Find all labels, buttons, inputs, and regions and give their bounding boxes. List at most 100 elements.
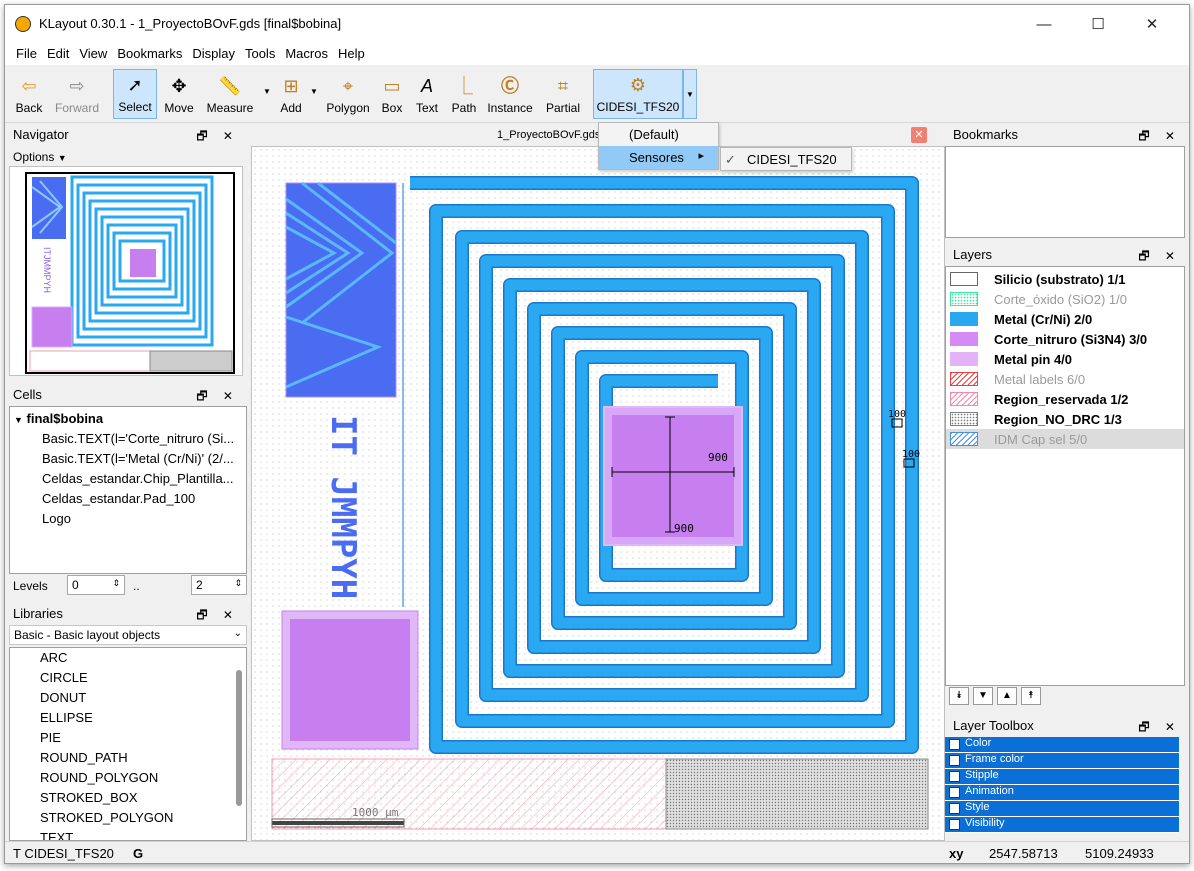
move-layer-up-icon[interactable]: ▲ xyxy=(997,687,1017,705)
cell-item[interactable]: Basic.TEXT(l='Corte_nitruro (Si... xyxy=(14,429,242,449)
box-tool-button[interactable]: ▭ Box xyxy=(379,69,405,119)
layers-panel-controls[interactable]: 🗗 ✕ xyxy=(1138,247,1181,263)
library-item-circle[interactable]: CIRCLE xyxy=(10,668,246,688)
navigator-options-button[interactable]: Options ▼ xyxy=(13,150,67,164)
tree-expand-icon[interactable]: ▼ xyxy=(14,415,23,425)
cells-panel-controls[interactable]: 🗗 ✕ xyxy=(196,387,239,403)
bookmarks-list[interactable] xyxy=(945,146,1185,238)
layer-swatch-icon[interactable] xyxy=(950,412,978,426)
toolbox-visibility[interactable]: Visibility xyxy=(945,817,1179,833)
library-item-arc[interactable]: ARC xyxy=(10,648,246,668)
spinner-arrows-icon[interactable]: ⇕ xyxy=(234,578,242,589)
toolbox-animation[interactable]: Animation xyxy=(945,785,1179,801)
layer-row[interactable]: Metal pin 4/0 xyxy=(946,349,1184,369)
add-dropdown-arrow[interactable]: ▼ xyxy=(310,87,318,96)
technology-button[interactable]: ⚙ CIDESI_TFS20 xyxy=(593,69,683,119)
library-item-round-polygon[interactable]: ROUND_POLYGON xyxy=(10,768,246,788)
cell-item[interactable]: Celdas_estandar.Chip_Plantilla... xyxy=(14,469,242,489)
library-scrollbar[interactable] xyxy=(236,670,242,806)
library-item-stroked-polygon[interactable]: STROKED_POLYGON xyxy=(10,808,246,828)
back-button[interactable]: ⇦ Back xyxy=(11,69,47,119)
select-tool-button[interactable]: ➚ Select xyxy=(113,69,157,119)
library-item-donut[interactable]: DONUT xyxy=(10,688,246,708)
close-tab-icon[interactable]: ✕ xyxy=(911,127,927,143)
layer-swatch-icon[interactable] xyxy=(950,292,978,306)
minimize-button[interactable]: — xyxy=(1021,5,1067,43)
layer-swatch-icon[interactable] xyxy=(950,372,978,386)
measure-dropdown-arrow[interactable]: ▼ xyxy=(263,87,271,96)
close-window-button[interactable]: ✕ xyxy=(1129,5,1175,43)
layer-row[interactable]: Silicio (substrato) 1/1 xyxy=(946,269,1184,289)
menu-view[interactable]: View xyxy=(74,43,112,64)
library-item-stroked-box[interactable]: STROKED_BOX xyxy=(10,788,246,808)
tech-menu-default[interactable]: (Default) xyxy=(599,123,718,146)
layer-row[interactable]: Region_reservada 1/2 xyxy=(946,389,1184,409)
move-layer-bottom-icon[interactable]: ⯯ xyxy=(949,687,969,705)
library-select[interactable]: Basic - Basic layout objects ⌄ xyxy=(9,625,247,645)
back-label: Back xyxy=(15,101,43,115)
menu-edit[interactable]: Edit xyxy=(42,43,74,64)
layer-row[interactable]: Corte_óxido (SiO2) 1/0 xyxy=(946,289,1184,309)
layer-swatch-icon[interactable] xyxy=(950,352,978,366)
library-item-ellipse[interactable]: ELLIPSE xyxy=(10,708,246,728)
menu-help[interactable]: Help xyxy=(333,43,370,64)
layer-swatch-icon[interactable] xyxy=(950,392,978,406)
partial-tool-button[interactable]: ⌗ Partial xyxy=(543,69,583,119)
navigator-view[interactable]: ITJMMPYH xyxy=(9,166,243,376)
cell-item[interactable]: Logo xyxy=(14,509,242,529)
library-item-text[interactable]: TEXT xyxy=(10,828,246,840)
tech-submenu-item[interactable]: ✓ CIDESI_TFS20 xyxy=(721,148,851,170)
layer-row[interactable]: Region_NO_DRC 1/3 xyxy=(946,409,1184,429)
cell-root-final-bobina[interactable]: ▼ final$bobina xyxy=(14,409,242,429)
toolbox-frame-color[interactable]: Frame color xyxy=(945,753,1179,769)
layer-swatch-icon[interactable] xyxy=(950,312,978,326)
menu-display[interactable]: Display xyxy=(187,43,240,64)
measure-tool-button[interactable]: 📏 Measure xyxy=(203,69,257,119)
library-item-pie[interactable]: PIE xyxy=(10,728,246,748)
layer-toolbox-panel-controls[interactable]: 🗗 ✕ xyxy=(1138,718,1181,734)
layer-row[interactable]: Corte_nitruro (Si3N4) 3/0 xyxy=(946,329,1184,349)
polygon-tool-button[interactable]: ⌖ Polygon xyxy=(325,69,371,119)
spinner-arrows-icon[interactable]: ⇕ xyxy=(112,578,120,589)
move-layer-down-icon[interactable]: ▼ xyxy=(973,687,993,705)
cell-item[interactable]: Celdas_estandar.Pad_100 xyxy=(14,489,242,509)
status-grid: G xyxy=(133,846,144,861)
klayout-app-icon xyxy=(15,16,31,32)
layer-row[interactable]: Metal labels 6/0 xyxy=(946,369,1184,389)
window-title: KLayout 0.30.1 - 1_ProyectoBOvF.gds [fin… xyxy=(39,16,342,31)
menu-bookmarks[interactable]: Bookmarks xyxy=(112,43,187,64)
layer-swatch-icon[interactable] xyxy=(950,272,978,286)
toolbox-stipple[interactable]: Stipple xyxy=(945,769,1179,785)
libraries-panel-controls[interactable]: 🗗 ✕ xyxy=(196,606,239,622)
menu-macros[interactable]: Macros xyxy=(280,43,333,64)
technology-dropdown-arrow[interactable]: ▼ xyxy=(683,69,697,119)
toolbox-color[interactable]: Color xyxy=(945,737,1179,753)
cell-item[interactable]: Basic.TEXT(l='Metal (Cr/Ni)' (2/... xyxy=(14,449,242,469)
instance-tool-button[interactable]: Ⓒ Instance xyxy=(485,69,535,119)
level-min-spinbox[interactable]: 0 ⇕ xyxy=(67,575,125,595)
layer-swatch-icon[interactable] xyxy=(950,432,978,446)
level-max-spinbox[interactable]: 2 ⇕ xyxy=(191,575,247,595)
maximize-button[interactable]: ☐ xyxy=(1075,5,1121,43)
add-button[interactable]: ⊞ Add xyxy=(275,69,307,119)
text-tool-button[interactable]: A Text xyxy=(413,69,441,119)
move-tool-button[interactable]: ✥ Move xyxy=(161,69,197,119)
layer-toolbox-title: Layer Toolbox xyxy=(953,718,1034,733)
document-tab-title[interactable]: 1_ProyectoBOvF.gds xyxy=(497,129,600,141)
toolbox-style[interactable]: Style xyxy=(945,801,1179,817)
tech-menu-sensores[interactable]: Sensores ▸ xyxy=(599,146,718,169)
menu-file[interactable]: File xyxy=(11,43,42,64)
checkmark-icon: ✓ xyxy=(725,152,736,167)
layer-row[interactable]: Metal (Cr/Ni) 2/0 xyxy=(946,309,1184,329)
menu-tools[interactable]: Tools xyxy=(240,43,280,64)
path-tool-button[interactable]: ⎿ Path xyxy=(449,69,479,119)
library-item-round-path[interactable]: ROUND_PATH xyxy=(10,748,246,768)
move-layer-top-icon[interactable]: ⯭ xyxy=(1021,687,1041,705)
bookmarks-panel-controls[interactable]: 🗗 ✕ xyxy=(1138,127,1181,143)
forward-button[interactable]: ⇨ Forward xyxy=(51,69,103,119)
instance-label: Instance xyxy=(487,101,533,115)
layer-swatch-icon[interactable] xyxy=(950,332,978,346)
navigator-panel-controls[interactable]: 🗗 ✕ xyxy=(196,127,239,143)
layout-canvas[interactable]: IT JMMPYH 900 900 100 100 1000 μm xyxy=(251,146,945,841)
layer-row[interactable]: IDM Cap sel 5/0 xyxy=(946,429,1184,449)
